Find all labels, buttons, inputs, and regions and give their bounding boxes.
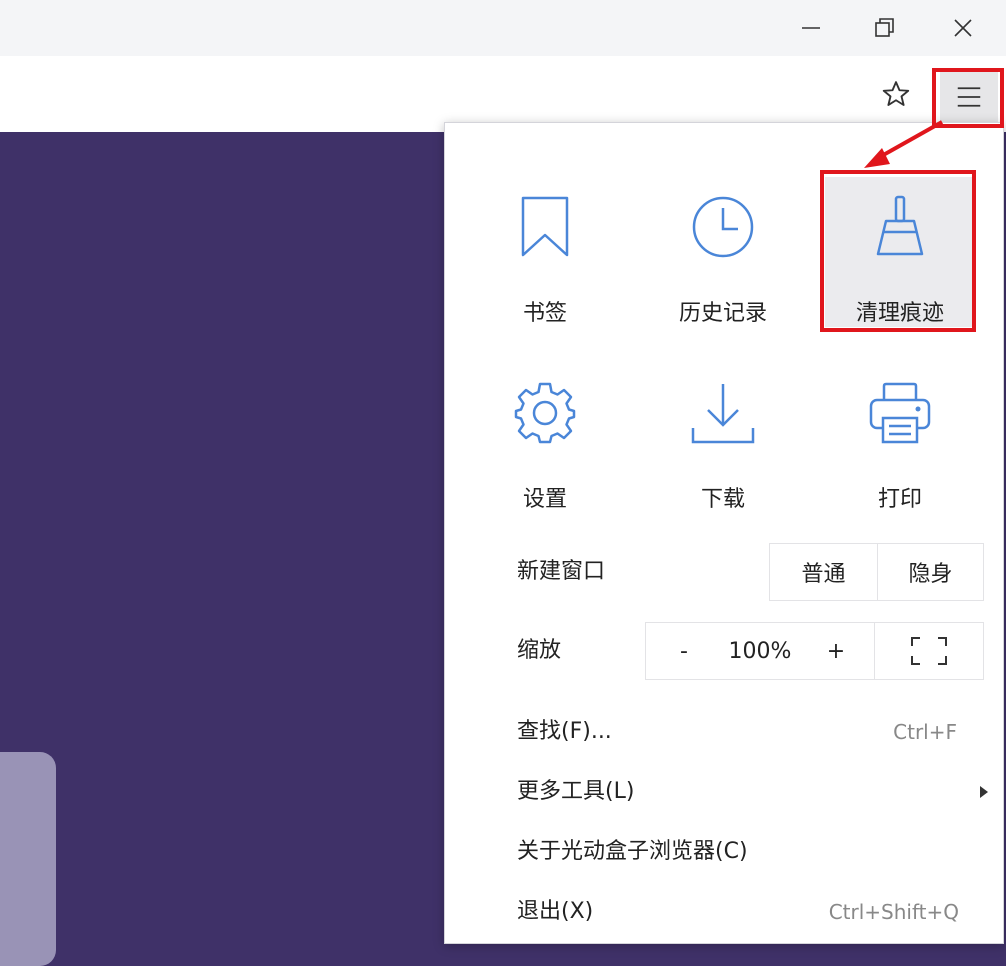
submenu-arrow-icon bbox=[980, 786, 988, 798]
clear-traces-highlight bbox=[820, 170, 976, 332]
menu-settings-label: 设置 bbox=[522, 487, 567, 512]
menu-print-label: 打印 bbox=[877, 487, 922, 512]
new-window-incognito-button[interactable]: 隐身 bbox=[877, 543, 984, 601]
menu-settings[interactable]: 设置 bbox=[470, 363, 620, 513]
menu-print[interactable]: 打印 bbox=[825, 363, 975, 513]
minimize-button[interactable] bbox=[776, 0, 846, 56]
menu-item-more-tools[interactable]: 更多工具(L) bbox=[445, 763, 1005, 821]
menu-bookmarks[interactable]: 书签 bbox=[470, 177, 620, 327]
gear-icon bbox=[514, 382, 576, 444]
zoom-control: - 100% + bbox=[645, 622, 875, 680]
zoom-row: 缩放 - 100% + bbox=[445, 622, 1005, 680]
new-window-normal-label: 普通 bbox=[801, 562, 846, 587]
menu-bookmarks-label: 书签 bbox=[522, 301, 567, 326]
minimize-icon bbox=[802, 27, 820, 29]
zoom-label: 缩放 bbox=[517, 638, 562, 663]
new-window-incognito-label: 隐身 bbox=[908, 562, 953, 587]
new-window-label: 新建窗口 bbox=[517, 559, 606, 584]
download-icon bbox=[691, 384, 755, 444]
menu-item-find-shortcut: Ctrl+F bbox=[893, 720, 957, 744]
menu-item-more-tools-label: 更多工具(L) bbox=[517, 779, 635, 804]
zoom-out-button[interactable]: - bbox=[674, 639, 694, 664]
window-titlebar bbox=[0, 0, 1006, 56]
menu-history-label: 历史记录 bbox=[678, 301, 767, 326]
history-clock-icon bbox=[692, 196, 754, 258]
close-icon bbox=[954, 19, 972, 37]
menu-item-exit-shortcut: Ctrl+Shift+Q bbox=[828, 900, 959, 924]
close-button[interactable] bbox=[928, 0, 998, 56]
annotation-arrow bbox=[864, 120, 943, 168]
menu-downloads-label: 下载 bbox=[700, 487, 745, 512]
bookmark-star-button[interactable] bbox=[872, 70, 920, 118]
menu-item-exit[interactable]: 退出(X) Ctrl+Shift+Q bbox=[445, 883, 1005, 941]
menu-item-find[interactable]: 查找(F)... Ctrl+F bbox=[445, 703, 1005, 761]
menu-downloads[interactable]: 下载 bbox=[648, 363, 798, 513]
menu-item-about-label: 关于光动盒子浏览器(C) bbox=[517, 839, 748, 864]
fullscreen-button[interactable] bbox=[874, 622, 984, 680]
menu-item-about[interactable]: 关于光动盒子浏览器(C) bbox=[445, 823, 1005, 881]
menu-history[interactable]: 历史记录 bbox=[648, 177, 798, 327]
zoom-level: 100% bbox=[728, 638, 792, 664]
new-window-row: 新建窗口 普通 隐身 bbox=[445, 543, 1005, 601]
new-window-normal-button[interactable]: 普通 bbox=[769, 543, 878, 601]
bookmark-icon bbox=[521, 196, 569, 257]
menu-item-find-label: 查找(F)... bbox=[517, 719, 612, 744]
zoom-in-button[interactable]: + bbox=[826, 639, 846, 664]
content-card bbox=[0, 752, 56, 966]
restore-button[interactable] bbox=[850, 0, 920, 56]
star-icon bbox=[882, 81, 910, 106]
fullscreen-icon bbox=[911, 637, 947, 665]
restore-icon bbox=[875, 18, 894, 37]
menu-item-exit-label: 退出(X) bbox=[517, 899, 594, 924]
printer-icon bbox=[869, 382, 931, 444]
